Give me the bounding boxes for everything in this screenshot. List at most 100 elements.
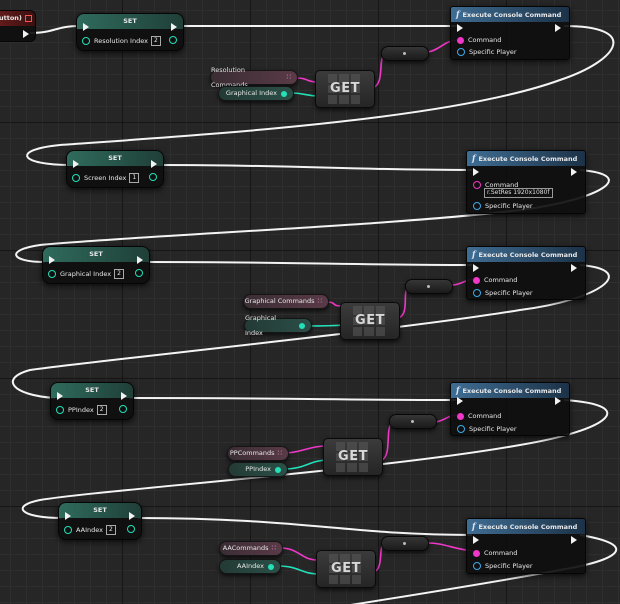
data-pin-icon[interactable]: [119, 405, 127, 413]
exec-in-pin-icon[interactable]: [83, 23, 89, 31]
get-array-node[interactable]: GET: [340, 302, 400, 340]
exec-in-pin-icon[interactable]: [73, 160, 79, 168]
set-node-aaindex[interactable]: SET AAIndex 2: [58, 502, 142, 540]
string-pin-icon[interactable]: [473, 549, 480, 557]
var-graphical-commands[interactable]: Graphical Commands ∷: [243, 294, 329, 309]
set-node-screen-index[interactable]: SET Screen Index 1: [66, 150, 164, 188]
command-input[interactable]: r.SetRes 1920x1080f: [484, 188, 553, 198]
data-pin-icon[interactable]: [135, 269, 143, 277]
player-label: Specific Player: [469, 48, 517, 56]
data-pin-icon[interactable]: [48, 270, 56, 278]
exec-out-pin-icon[interactable]: [571, 168, 577, 176]
object-pin-icon[interactable]: [457, 425, 465, 433]
string-wire: [284, 445, 326, 454]
data-pin-icon[interactable]: [149, 173, 157, 181]
execute-console-command-node[interactable]: f Execute Console Command Command Specifi…: [450, 382, 570, 436]
set-node-title: SET: [77, 14, 183, 29]
var-resolution-commands[interactable]: Resolution Commands ∷: [210, 66, 298, 89]
set-value-input[interactable]: 2: [114, 269, 124, 279]
exec-in-pin-icon[interactable]: [65, 512, 71, 520]
function-icon: f: [472, 521, 476, 531]
execute-console-command-node[interactable]: f Execute Console Command Command r.SetRe…: [466, 150, 586, 214]
exec-node-title: Execute Console Command: [478, 251, 578, 259]
reroute-node[interactable]: [381, 536, 429, 551]
object-pin-icon[interactable]: [473, 289, 481, 297]
player-label: Specific Player: [485, 562, 533, 570]
exec-out-pin-icon[interactable]: [555, 397, 561, 405]
var-ppindex[interactable]: PPIndex: [228, 462, 288, 477]
int-pin-icon[interactable]: [268, 563, 274, 570]
player-label: Specific Player: [469, 425, 517, 433]
exec-out-pin-icon[interactable]: [571, 536, 577, 544]
player-label: Specific Player: [485, 202, 533, 210]
data-pin-icon[interactable]: [82, 37, 90, 45]
get-label: GET: [355, 313, 385, 328]
get-label: GET: [338, 449, 368, 464]
exec-in-pin-icon[interactable]: [49, 256, 55, 264]
object-pin-icon[interactable]: [457, 48, 465, 56]
object-pin-icon[interactable]: [473, 562, 481, 570]
string-pin-icon[interactable]: [457, 36, 464, 44]
reroute-node[interactable]: [381, 46, 429, 61]
exec-out-pin-icon[interactable]: [571, 264, 577, 272]
get-array-node[interactable]: GET: [323, 438, 383, 476]
var-label: Graphical Index: [225, 89, 277, 97]
set-value-input[interactable]: 2: [150, 36, 161, 46]
function-icon: f: [472, 153, 476, 163]
execute-console-command-node[interactable]: f Execute Console Command Command Specifi…: [450, 6, 570, 60]
set-value-input[interactable]: 1: [129, 173, 140, 183]
var-label: PPCommands: [229, 449, 275, 457]
data-pin-icon[interactable]: [169, 36, 177, 44]
var-aaindex[interactable]: AAIndex: [219, 559, 281, 574]
var-graphical-index[interactable]: Graphical Index: [218, 86, 294, 101]
set-node-graphical-index[interactable]: SET Graphical Index 2: [42, 246, 150, 284]
set-node-title: SET: [43, 247, 149, 262]
get-array-node[interactable]: GET: [315, 70, 375, 108]
exec-out-pin-icon[interactable]: [171, 23, 177, 31]
get-array-node[interactable]: GET: [316, 550, 376, 588]
set-value-input[interactable]: 2: [105, 525, 116, 535]
command-label: Command: [484, 549, 518, 557]
int-pin-icon[interactable]: [275, 466, 281, 473]
exec-in-pin-icon[interactable]: [457, 24, 463, 32]
set-node-ppindex[interactable]: SET PPIndex 2: [50, 382, 134, 420]
delegate-pin-icon[interactable]: [25, 15, 32, 22]
reroute-node[interactable]: [405, 279, 453, 294]
var-graphical-index[interactable]: Graphical Index: [244, 314, 312, 337]
function-icon: f: [456, 385, 460, 395]
string-pin-icon[interactable]: [457, 412, 464, 420]
exec-out-pin-icon[interactable]: [151, 160, 157, 168]
set-var-label: Screen Index: [84, 174, 127, 182]
int-pin-icon[interactable]: [281, 90, 287, 97]
exec-in-pin-icon[interactable]: [57, 392, 63, 400]
exec-out-pin-icon[interactable]: [121, 392, 127, 400]
var-ppcommands[interactable]: PPCommands ∷: [227, 446, 289, 461]
execute-console-command-node[interactable]: f Execute Console Command Command Specifi…: [466, 518, 586, 574]
int-wire: [284, 459, 329, 470]
set-value-input[interactable]: 2: [96, 405, 107, 415]
exec-out-pin-icon[interactable]: [129, 512, 135, 520]
exec-in-pin-icon[interactable]: [473, 264, 479, 272]
exec-in-pin-icon[interactable]: [473, 168, 479, 176]
set-var-label: AAIndex: [76, 526, 103, 534]
reroute-node[interactable]: [389, 414, 437, 429]
event-node-partial[interactable]: utton): [0, 10, 36, 42]
object-pin-icon[interactable]: [473, 202, 481, 210]
string-pin-icon[interactable]: [473, 276, 480, 284]
set-node-resolution-index[interactable]: SET Resolution Index 2: [76, 13, 184, 51]
player-label: Specific Player: [485, 289, 533, 297]
exec-in-pin-icon[interactable]: [457, 397, 463, 405]
data-pin-icon[interactable]: [56, 406, 64, 414]
data-pin-icon[interactable]: [127, 525, 135, 533]
string-pin-icon[interactable]: [473, 181, 481, 189]
int-pin-icon[interactable]: [299, 322, 305, 329]
data-pin-icon[interactable]: [72, 174, 80, 182]
array-grid-icon: ∷: [317, 297, 322, 305]
execute-console-command-node[interactable]: f Execute Console Command Command Specifi…: [466, 246, 586, 300]
exec-out-pin-icon[interactable]: [555, 24, 561, 32]
var-aacommands[interactable]: AACommands ∷: [219, 541, 283, 556]
exec-in-pin-icon[interactable]: [473, 536, 479, 544]
exec-out-pin-icon[interactable]: [137, 256, 143, 264]
exec-out-pin-icon[interactable]: [23, 30, 29, 38]
data-pin-icon[interactable]: [64, 526, 72, 534]
